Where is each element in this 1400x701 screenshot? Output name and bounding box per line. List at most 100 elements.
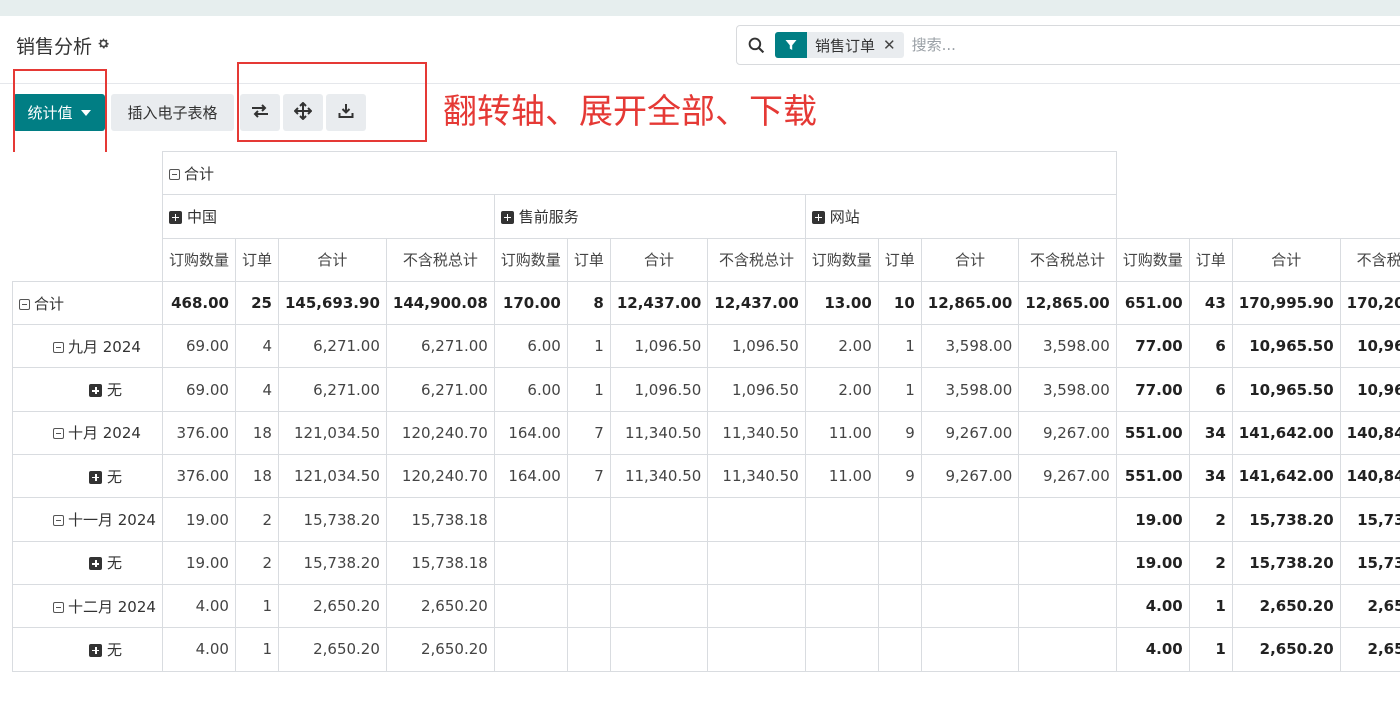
pivot-cell[interactable]: 2 [234,497,279,542]
insert-spreadsheet-button[interactable]: 插入电子表格 [111,94,234,131]
pivot-total-cell[interactable]: 2,650.20 [1231,583,1341,629]
pivot-cell[interactable]: 2,650.20 [385,627,495,672]
pivot-total-cell[interactable]: 651.00 [1115,280,1190,326]
pivot-cell[interactable]: 376.00 [161,410,236,456]
row-header[interactable]: 无 [12,367,163,412]
pivot-cell[interactable]: 9 [877,410,922,456]
pivot-cell[interactable] [707,540,806,585]
pivot-total-cell[interactable]: 140,848.20 [1339,454,1400,499]
pivot-cell[interactable] [804,583,879,629]
measure-header[interactable]: 合计 [1231,237,1341,282]
pivot-total-cell[interactable]: 10,965.50 [1231,324,1341,369]
pivot-cell[interactable] [707,583,806,629]
pivot-cell[interactable]: 2 [234,540,279,585]
measure-header[interactable]: 订购数量 [1115,237,1190,282]
pivot-cell[interactable]: 15,738.18 [385,540,495,585]
pivot-total-cell[interactable]: 34 [1188,454,1233,499]
pivot-cell[interactable]: 4 [234,367,279,412]
pivot-cell[interactable]: 121,034.50 [277,410,387,456]
pivot-cell[interactable]: 3,598.00 [1018,367,1117,412]
pivot-total-cell[interactable]: 43 [1188,280,1233,326]
pivot-cell[interactable]: 11,340.50 [707,410,806,456]
pivot-cell[interactable]: 164.00 [493,454,568,499]
pivot-cell[interactable] [566,627,611,672]
measure-header[interactable]: 不含税总计 [1018,237,1117,282]
row-header[interactable]: 十二月 2024 [12,583,163,629]
pivot-cell[interactable]: 2,650.20 [277,583,387,629]
pivot-cell[interactable]: 11,340.50 [609,410,709,456]
pivot-cell[interactable]: 15,738.18 [385,497,495,542]
pivot-cell[interactable] [493,627,568,672]
pivot-cell[interactable]: 2,650.20 [385,583,495,629]
pivot-cell[interactable]: 6,271.00 [277,367,387,412]
pivot-cell[interactable] [877,497,922,542]
measure-header[interactable]: 合计 [277,237,387,282]
pivot-total-cell[interactable]: 4.00 [1115,627,1190,672]
pivot-total-cell[interactable]: 2 [1188,497,1233,542]
pivot-cell[interactable]: 15,738.20 [277,540,387,585]
pivot-cell[interactable]: 18 [234,410,279,456]
pivot-cell[interactable]: 19.00 [161,540,236,585]
pivot-total-cell[interactable]: 34 [1188,410,1233,456]
pivot-cell[interactable]: 468.00 [161,280,236,326]
pivot-total-cell[interactable]: 77.00 [1115,367,1190,412]
pivot-cell[interactable]: 13.00 [804,280,879,326]
pivot-total-cell[interactable]: 141,642.00 [1231,410,1341,456]
measure-header[interactable]: 不含税总计 [707,237,806,282]
pivot-cell[interactable]: 25 [234,280,279,326]
pivot-cell[interactable]: 1 [566,367,611,412]
col-header-group-1[interactable]: 售前服务 [493,194,806,239]
pivot-cell[interactable]: 18 [234,454,279,499]
pivot-cell[interactable] [566,540,611,585]
pivot-cell[interactable] [566,583,611,629]
pivot-cell[interactable] [609,540,709,585]
pivot-total-cell[interactable]: 6 [1188,324,1233,369]
row-header[interactable]: 十一月 2024 [12,497,163,542]
pivot-total-cell[interactable]: 551.00 [1115,454,1190,499]
pivot-cell[interactable] [609,497,709,542]
gear-icon[interactable] [97,37,110,54]
pivot-cell[interactable]: 9,267.00 [920,454,1020,499]
row-header[interactable]: 十月 2024 [12,410,163,456]
measure-header[interactable]: 不含税总计 [1339,237,1400,282]
pivot-cell[interactable]: 11,340.50 [707,454,806,499]
pivot-total-cell[interactable]: 6 [1188,367,1233,412]
pivot-cell[interactable]: 19.00 [161,497,236,542]
pivot-cell[interactable]: 3,598.00 [920,367,1020,412]
pivot-cell[interactable]: 6.00 [493,324,568,369]
pivot-cell[interactable]: 4.00 [161,583,236,629]
pivot-cell[interactable] [804,627,879,672]
pivot-cell[interactable]: 1 [877,324,922,369]
pivot-total-cell[interactable]: 2,650.20 [1339,627,1400,672]
pivot-cell[interactable] [920,497,1020,542]
pivot-cell[interactable]: 69.00 [161,324,236,369]
row-header[interactable]: 无 [12,627,163,672]
pivot-cell[interactable]: 7 [566,410,611,456]
pivot-cell[interactable]: 121,034.50 [277,454,387,499]
pivot-cell[interactable]: 120,240.70 [385,410,495,456]
pivot-total-cell[interactable]: 19.00 [1115,540,1190,585]
pivot-total-cell[interactable]: 1 [1188,627,1233,672]
pivot-cell[interactable] [877,627,922,672]
pivot-cell[interactable]: 376.00 [161,454,236,499]
pivot-cell[interactable] [920,540,1020,585]
pivot-total-cell[interactable]: 15,738.20 [1231,540,1341,585]
pivot-total-cell[interactable]: 1 [1188,583,1233,629]
pivot-cell[interactable]: 9 [877,454,922,499]
pivot-total-cell[interactable]: 140,848.20 [1339,410,1400,456]
pivot-cell[interactable] [493,583,568,629]
measure-header[interactable]: 合计 [920,237,1020,282]
pivot-cell[interactable]: 12,437.00 [609,280,709,326]
pivot-cell[interactable]: 144,900.08 [385,280,495,326]
pivot-cell[interactable]: 11,340.50 [609,454,709,499]
pivot-cell[interactable]: 69.00 [161,367,236,412]
pivot-total-cell[interactable]: 10,965.50 [1339,367,1400,412]
pivot-cell[interactable] [877,540,922,585]
pivot-total-cell[interactable]: 15,738.20 [1231,497,1341,542]
pivot-cell[interactable]: 2,650.20 [277,627,387,672]
pivot-total-cell[interactable]: 2,650.20 [1339,583,1400,629]
pivot-total-cell[interactable]: 141,642.00 [1231,454,1341,499]
col-header-group-2[interactable]: 网站 [804,194,1117,239]
pivot-total-cell[interactable]: 19.00 [1115,497,1190,542]
pivot-cell[interactable]: 3,598.00 [920,324,1020,369]
